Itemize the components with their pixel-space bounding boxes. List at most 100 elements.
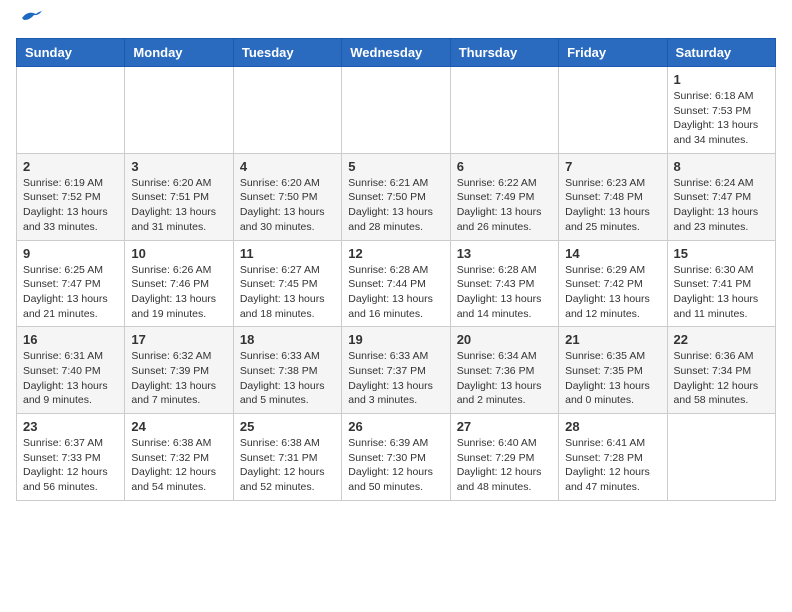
day-info: Sunrise: 6:41 AM Sunset: 7:28 PM Dayligh… bbox=[565, 436, 660, 495]
calendar-table: SundayMondayTuesdayWednesdayThursdayFrid… bbox=[16, 38, 776, 501]
day-info: Sunrise: 6:32 AM Sunset: 7:39 PM Dayligh… bbox=[131, 349, 226, 408]
day-cell: 23Sunrise: 6:37 AM Sunset: 7:33 PM Dayli… bbox=[17, 414, 125, 501]
day-cell: 16 Sunrise: 6:31 AM Sunset: 7:40 PM Dayli… bbox=[17, 327, 125, 414]
weekday-header-sunday: Sunday bbox=[17, 39, 125, 67]
day-number: 7 bbox=[565, 159, 660, 174]
day-cell: 17 Sunrise: 6:32 AM Sunset: 7:39 PM Dayli… bbox=[125, 327, 233, 414]
day-number: 19 bbox=[348, 332, 443, 347]
day-info: Sunrise: 6:18 AM Sunset: 7:53 PM Dayligh… bbox=[674, 89, 769, 148]
weekday-header-wednesday: Wednesday bbox=[342, 39, 450, 67]
day-number: 20 bbox=[457, 332, 552, 347]
day-info: Sunrise: 6:25 AM Sunset: 7:47 PM Dayligh… bbox=[23, 263, 118, 322]
day-info: Sunrise: 6:22 AM Sunset: 7:49 PM Dayligh… bbox=[457, 176, 552, 235]
day-info: Sunrise: 6:28 AM Sunset: 7:43 PM Dayligh… bbox=[457, 263, 552, 322]
day-info: Sunrise: 6:34 AM Sunset: 7:36 PM Dayligh… bbox=[457, 349, 552, 408]
bird-icon bbox=[20, 10, 42, 26]
page-header bbox=[16, 16, 776, 26]
day-info: Sunrise: 6:24 AM Sunset: 7:47 PM Dayligh… bbox=[674, 176, 769, 235]
day-cell: 24 Sunrise: 6:38 AM Sunset: 7:32 PM Dayli… bbox=[125, 414, 233, 501]
day-cell: 3Sunrise: 6:20 AM Sunset: 7:51 PM Daylig… bbox=[125, 153, 233, 240]
day-cell: 21 Sunrise: 6:35 AM Sunset: 7:35 PM Dayli… bbox=[559, 327, 667, 414]
day-info: Sunrise: 6:26 AM Sunset: 7:46 PM Dayligh… bbox=[131, 263, 226, 322]
day-number: 16 bbox=[23, 332, 118, 347]
day-info: Sunrise: 6:23 AM Sunset: 7:48 PM Dayligh… bbox=[565, 176, 660, 235]
day-cell: 9Sunrise: 6:25 AM Sunset: 7:47 PM Daylig… bbox=[17, 240, 125, 327]
weekday-header-tuesday: Tuesday bbox=[233, 39, 341, 67]
day-info: Sunrise: 6:38 AM Sunset: 7:32 PM Dayligh… bbox=[131, 436, 226, 495]
day-number: 14 bbox=[565, 246, 660, 261]
day-info: Sunrise: 6:33 AM Sunset: 7:37 PM Dayligh… bbox=[348, 349, 443, 408]
day-info: Sunrise: 6:39 AM Sunset: 7:30 PM Dayligh… bbox=[348, 436, 443, 495]
day-cell: 6 Sunrise: 6:22 AM Sunset: 7:49 PM Daylig… bbox=[450, 153, 558, 240]
day-info: Sunrise: 6:21 AM Sunset: 7:50 PM Dayligh… bbox=[348, 176, 443, 235]
day-cell: 15 Sunrise: 6:30 AM Sunset: 7:41 PM Dayli… bbox=[667, 240, 775, 327]
day-number: 3 bbox=[131, 159, 226, 174]
day-info: Sunrise: 6:40 AM Sunset: 7:29 PM Dayligh… bbox=[457, 436, 552, 495]
week-row: 9Sunrise: 6:25 AM Sunset: 7:47 PM Daylig… bbox=[17, 240, 776, 327]
day-cell: 26 Sunrise: 6:39 AM Sunset: 7:30 PM Dayli… bbox=[342, 414, 450, 501]
day-cell bbox=[125, 67, 233, 154]
weekday-header-friday: Friday bbox=[559, 39, 667, 67]
day-cell: 13 Sunrise: 6:28 AM Sunset: 7:43 PM Dayli… bbox=[450, 240, 558, 327]
day-number: 8 bbox=[674, 159, 769, 174]
day-cell: 20 Sunrise: 6:34 AM Sunset: 7:36 PM Dayli… bbox=[450, 327, 558, 414]
day-cell: 11 Sunrise: 6:27 AM Sunset: 7:45 PM Dayli… bbox=[233, 240, 341, 327]
day-cell: 1 Sunrise: 6:18 AM Sunset: 7:53 PM Daylig… bbox=[667, 67, 775, 154]
day-info: Sunrise: 6:30 AM Sunset: 7:41 PM Dayligh… bbox=[674, 263, 769, 322]
day-cell: 8 Sunrise: 6:24 AM Sunset: 7:47 PM Daylig… bbox=[667, 153, 775, 240]
day-number: 23 bbox=[23, 419, 118, 434]
day-number: 10 bbox=[131, 246, 226, 261]
week-row: 16 Sunrise: 6:31 AM Sunset: 7:40 PM Dayli… bbox=[17, 327, 776, 414]
day-cell: 19 Sunrise: 6:33 AM Sunset: 7:37 PM Dayli… bbox=[342, 327, 450, 414]
day-cell: 5 Sunrise: 6:21 AM Sunset: 7:50 PM Daylig… bbox=[342, 153, 450, 240]
week-row: 23Sunrise: 6:37 AM Sunset: 7:33 PM Dayli… bbox=[17, 414, 776, 501]
day-number: 22 bbox=[674, 332, 769, 347]
day-number: 1 bbox=[674, 72, 769, 87]
day-cell bbox=[559, 67, 667, 154]
day-number: 21 bbox=[565, 332, 660, 347]
day-number: 2 bbox=[23, 159, 118, 174]
day-cell bbox=[450, 67, 558, 154]
day-cell bbox=[667, 414, 775, 501]
day-info: Sunrise: 6:35 AM Sunset: 7:35 PM Dayligh… bbox=[565, 349, 660, 408]
day-info: Sunrise: 6:20 AM Sunset: 7:50 PM Dayligh… bbox=[240, 176, 335, 235]
day-number: 13 bbox=[457, 246, 552, 261]
weekday-header-row: SundayMondayTuesdayWednesdayThursdayFrid… bbox=[17, 39, 776, 67]
day-number: 18 bbox=[240, 332, 335, 347]
day-cell bbox=[342, 67, 450, 154]
day-info: Sunrise: 6:27 AM Sunset: 7:45 PM Dayligh… bbox=[240, 263, 335, 322]
weekday-header-thursday: Thursday bbox=[450, 39, 558, 67]
day-number: 11 bbox=[240, 246, 335, 261]
day-number: 24 bbox=[131, 419, 226, 434]
day-cell: 27Sunrise: 6:40 AM Sunset: 7:29 PM Dayli… bbox=[450, 414, 558, 501]
day-cell: 12Sunrise: 6:28 AM Sunset: 7:44 PM Dayli… bbox=[342, 240, 450, 327]
day-number: 6 bbox=[457, 159, 552, 174]
day-number: 28 bbox=[565, 419, 660, 434]
day-cell bbox=[17, 67, 125, 154]
day-info: Sunrise: 6:28 AM Sunset: 7:44 PM Dayligh… bbox=[348, 263, 443, 322]
day-cell: 18 Sunrise: 6:33 AM Sunset: 7:38 PM Dayli… bbox=[233, 327, 341, 414]
day-number: 25 bbox=[240, 419, 335, 434]
day-number: 5 bbox=[348, 159, 443, 174]
week-row: 1 Sunrise: 6:18 AM Sunset: 7:53 PM Daylig… bbox=[17, 67, 776, 154]
day-info: Sunrise: 6:19 AM Sunset: 7:52 PM Dayligh… bbox=[23, 176, 118, 235]
day-cell: 7 Sunrise: 6:23 AM Sunset: 7:48 PM Daylig… bbox=[559, 153, 667, 240]
weekday-header-monday: Monday bbox=[125, 39, 233, 67]
day-cell: 22 Sunrise: 6:36 AM Sunset: 7:34 PM Dayli… bbox=[667, 327, 775, 414]
day-number: 4 bbox=[240, 159, 335, 174]
day-number: 26 bbox=[348, 419, 443, 434]
day-info: Sunrise: 6:29 AM Sunset: 7:42 PM Dayligh… bbox=[565, 263, 660, 322]
day-cell bbox=[233, 67, 341, 154]
logo bbox=[16, 16, 42, 26]
day-number: 17 bbox=[131, 332, 226, 347]
day-cell: 10 Sunrise: 6:26 AM Sunset: 7:46 PM Dayli… bbox=[125, 240, 233, 327]
day-number: 15 bbox=[674, 246, 769, 261]
day-cell: 28 Sunrise: 6:41 AM Sunset: 7:28 PM Dayli… bbox=[559, 414, 667, 501]
day-cell: 4 Sunrise: 6:20 AM Sunset: 7:50 PM Daylig… bbox=[233, 153, 341, 240]
day-cell: 14 Sunrise: 6:29 AM Sunset: 7:42 PM Dayli… bbox=[559, 240, 667, 327]
week-row: 2 Sunrise: 6:19 AM Sunset: 7:52 PM Daylig… bbox=[17, 153, 776, 240]
day-info: Sunrise: 6:31 AM Sunset: 7:40 PM Dayligh… bbox=[23, 349, 118, 408]
day-cell: 25Sunrise: 6:38 AM Sunset: 7:31 PM Dayli… bbox=[233, 414, 341, 501]
day-info: Sunrise: 6:33 AM Sunset: 7:38 PM Dayligh… bbox=[240, 349, 335, 408]
day-info: Sunrise: 6:36 AM Sunset: 7:34 PM Dayligh… bbox=[674, 349, 769, 408]
